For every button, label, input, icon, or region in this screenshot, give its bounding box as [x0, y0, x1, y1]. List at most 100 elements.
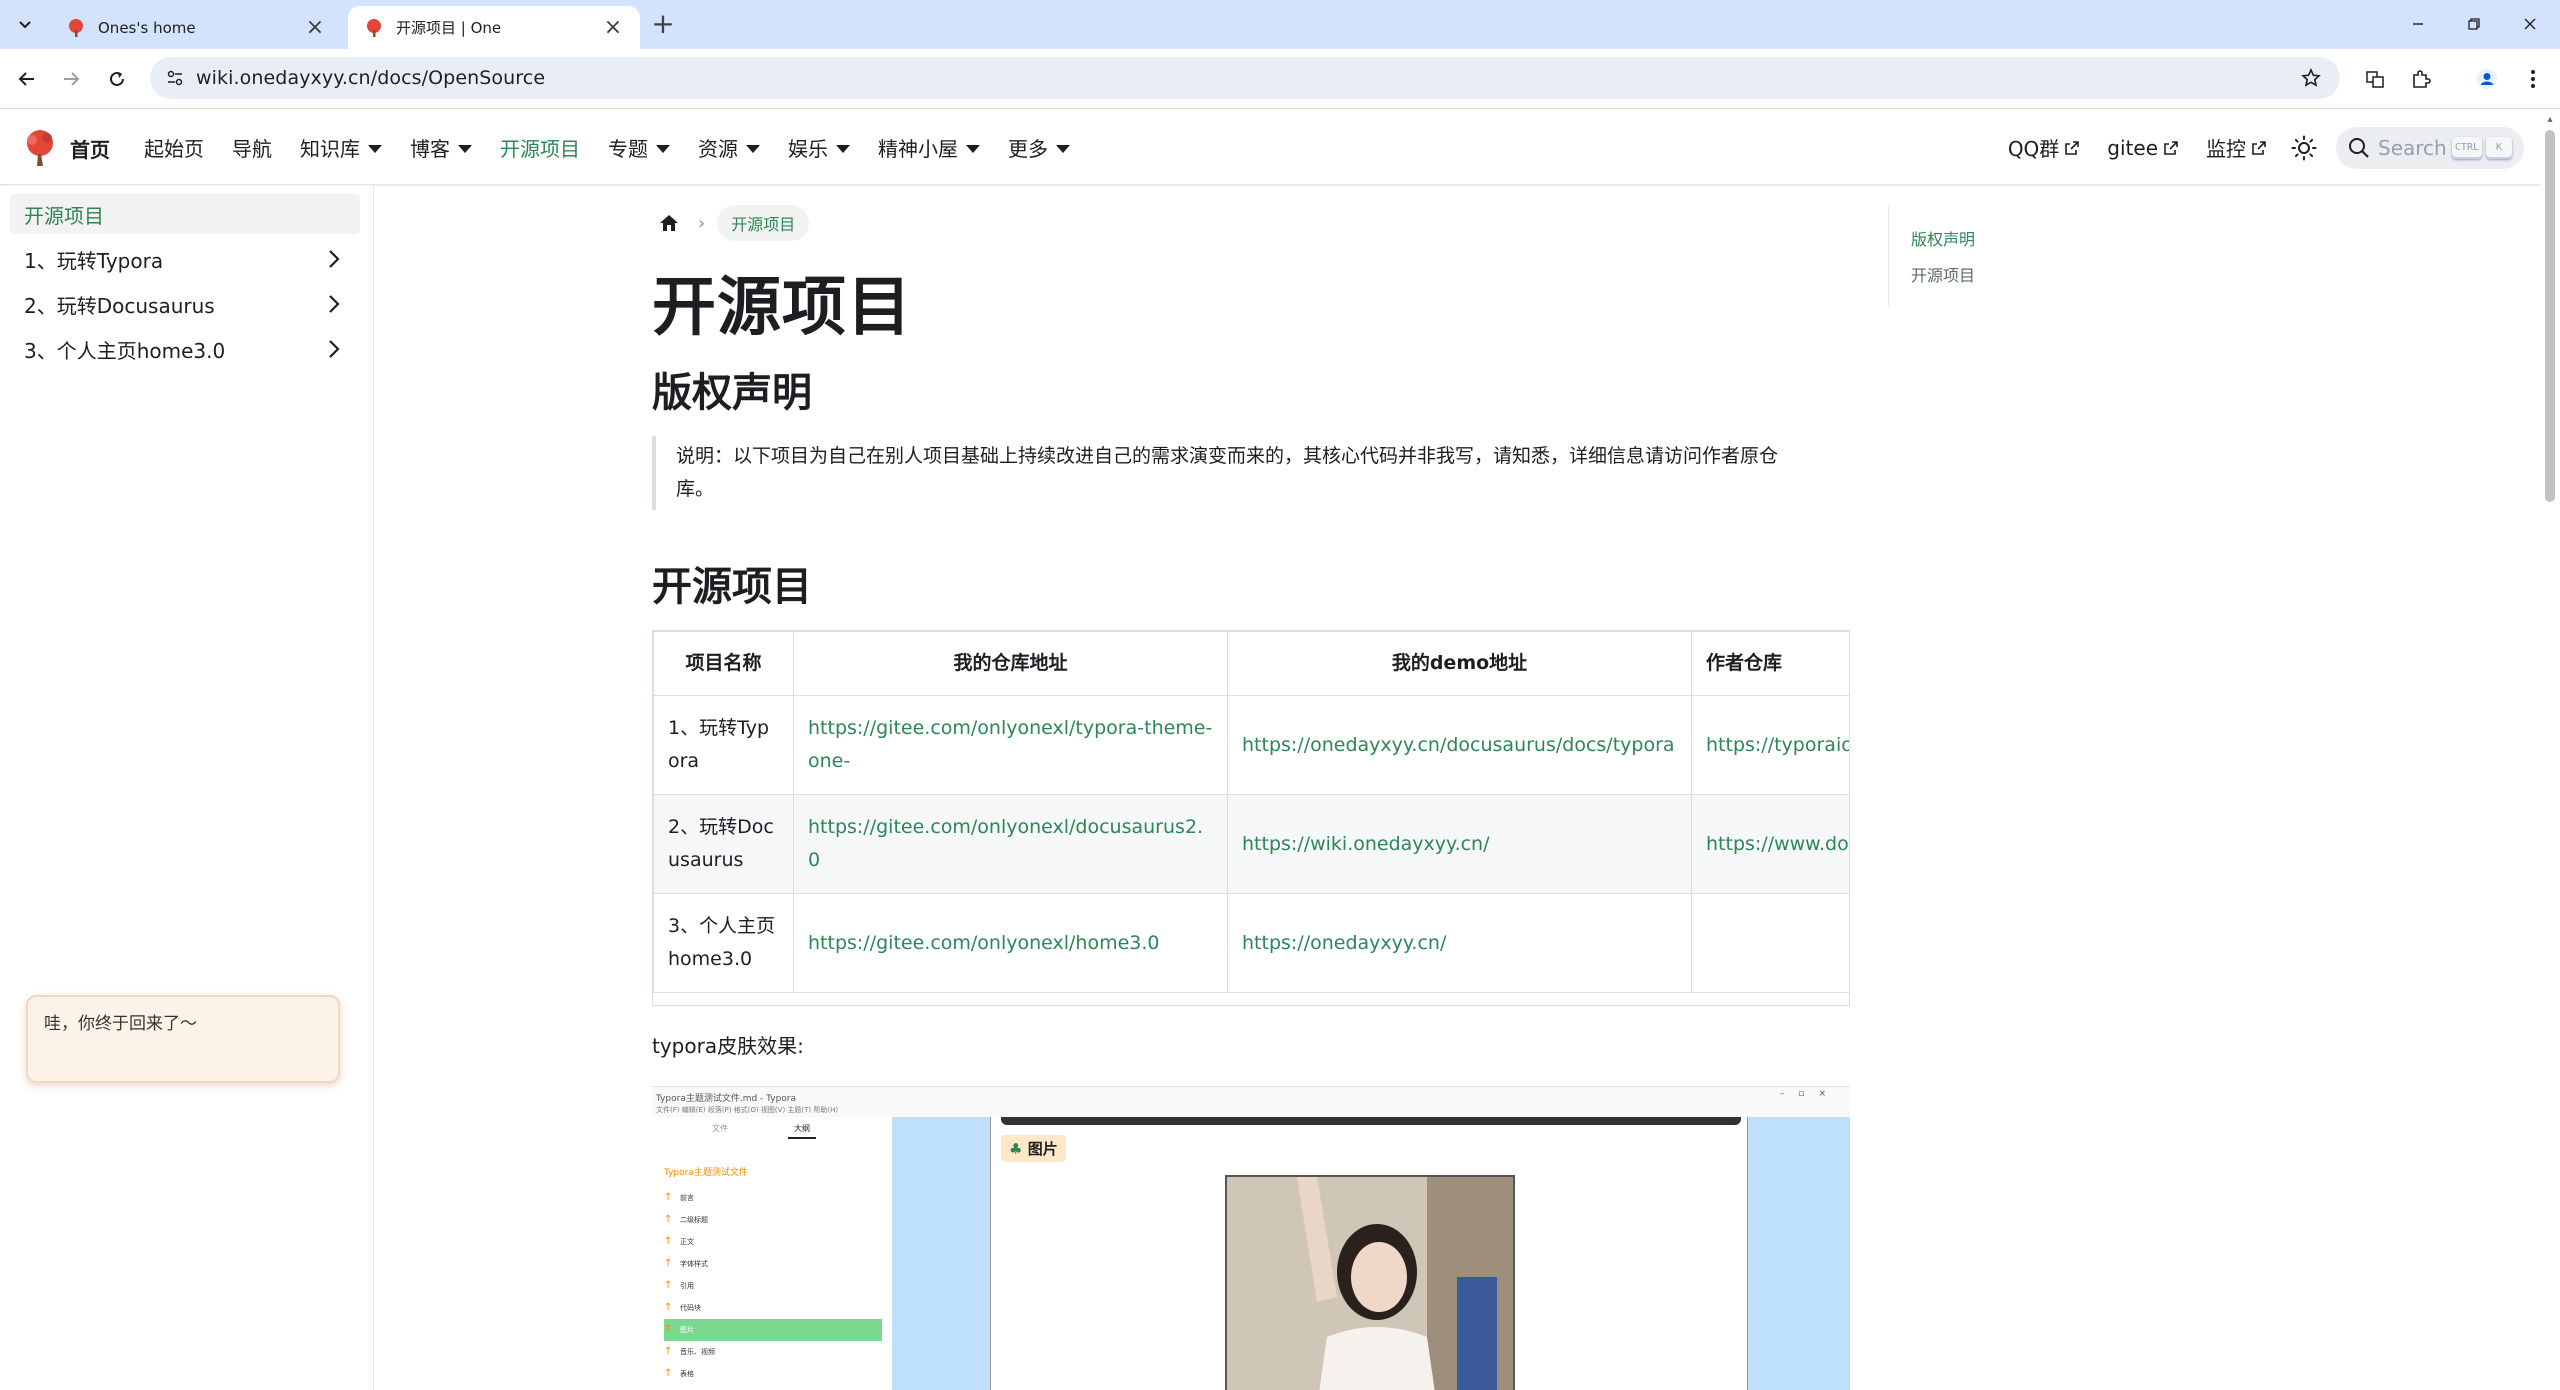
toc-item-opensource[interactable]: 开源项目 [1911, 258, 2138, 294]
profile-avatar-icon[interactable] [2472, 64, 2502, 94]
minimize-button[interactable] [2398, 8, 2438, 40]
caret-down-icon [836, 144, 850, 153]
browser-menu-icon[interactable] [2518, 64, 2548, 94]
nav-item-entertainment[interactable]: 娱乐 [774, 133, 864, 162]
nav-item-blog[interactable]: 博客 [396, 133, 486, 162]
reload-icon [110, 71, 124, 86]
chevron-right-icon[interactable] [322, 292, 346, 316]
nav-label: 更多 [1008, 137, 1048, 161]
nav-item-topics[interactable]: 专题 [594, 133, 684, 162]
table-row: 3、个人主页home3.0 https://gitee.com/onlyonex… [653, 893, 1849, 993]
preview-outline-item: 图片 [664, 1319, 882, 1341]
tab-search-button[interactable] [10, 10, 40, 40]
nav-item-navigation[interactable]: 导航 [218, 133, 286, 162]
tab-title: Ones's home [98, 18, 196, 37]
nav-label: 监控 [2206, 137, 2246, 161]
nav-label: 资源 [698, 137, 738, 161]
leaf-icon: ♣ [1009, 1140, 1023, 1158]
forward-button[interactable] [56, 64, 86, 94]
nav-label: 知识库 [300, 137, 360, 161]
tab-close-icon[interactable]: × [602, 16, 624, 39]
tab-close-icon[interactable]: × [304, 16, 326, 39]
address-bar[interactable]: wiki.onedayxyy.cn/docs/OpenSource [150, 57, 2340, 99]
nav-item-spirit-hut[interactable]: 精神小屋 [864, 133, 994, 162]
sidebar-item-docusaurus[interactable]: 2、玩转Docusaurus [10, 284, 360, 324]
page-vertical-scrollbar[interactable]: ▴ [2540, 110, 2560, 1390]
notice-text: 说明：以下项目为自己在别人项目基础上持续改进自己的需求演变而来的，其核心代码并非… [676, 445, 1779, 500]
section-heading-opensource: 开源项目 [652, 564, 812, 610]
sidebar-item-label: 2、玩转Docusaurus [24, 293, 215, 318]
nav-link-qq-group[interactable]: QQ群 [1994, 133, 2093, 162]
sidebar-item-home3[interactable]: 3、个人主页home3.0 [10, 329, 360, 369]
author-repo-link[interactable]: https://www.do [1691, 794, 1849, 894]
preview-outline-item: 链接 [664, 1385, 882, 1390]
preview-outline-item: 音乐、视频 [664, 1341, 882, 1363]
browser-tab-active[interactable]: 开源项目 | One × [348, 6, 640, 49]
sidebar-item-label: 3、个人主页home3.0 [24, 338, 226, 363]
brand-home-link[interactable]: 首页 [20, 128, 110, 168]
search-placeholder: Search [2378, 135, 2447, 160]
docs-sidebar: 开源项目 1、玩转Typora 2、玩转Docusaurus 3、个人主页hom… [0, 186, 374, 1390]
preview-outline-item: 前言 [664, 1187, 882, 1209]
back-button[interactable] [12, 64, 42, 94]
nav-label: 娱乐 [788, 137, 828, 161]
keyboard-ctrl-key: CTRL [2451, 136, 2482, 159]
extensions-icon[interactable] [2406, 64, 2436, 94]
breadcrumb-home-link[interactable] [652, 206, 686, 240]
preview-background-right [1748, 1117, 1850, 1390]
browser-tabstrip: Ones's home × 开源项目 | One × + [0, 0, 2560, 49]
nav-item-more[interactable]: 更多 [994, 133, 1084, 162]
scrollbar-thumb[interactable] [2545, 130, 2555, 502]
column-header: 我的demo地址 [1227, 631, 1692, 696]
nav-link-monitor[interactable]: 监控 [2192, 133, 2280, 162]
demo-link[interactable]: https://wiki.onedayxyy.cn/ [1227, 794, 1692, 894]
chevron-right-icon[interactable] [322, 337, 346, 361]
site-navbar: 首页 起始页 导航 知识库 博客 开源项目 专题 资源 娱乐 精神小屋 更多 Q… [0, 110, 2540, 185]
nav-item-resources[interactable]: 资源 [684, 133, 774, 162]
nav-label: 导航 [232, 137, 272, 161]
arrow-right-icon [64, 72, 80, 86]
sidebar-item-opensource[interactable]: 开源项目 [10, 194, 360, 234]
browser-tab[interactable]: Ones's home × [50, 6, 342, 49]
external-link-icon [2065, 140, 2080, 155]
repo-link[interactable]: https://gitee.com/onlyonexl/docusaurus2.… [793, 794, 1228, 894]
demo-link[interactable]: https://onedayxyy.cn/ [1227, 893, 1692, 993]
chevron-right-icon[interactable] [322, 247, 346, 271]
close-window-button[interactable] [2510, 8, 2550, 40]
repo-link[interactable]: https://gitee.com/onlyonexl/home3.0 [793, 893, 1228, 993]
tab-title: 开源项目 | One [396, 19, 502, 37]
nav-link-gitee[interactable]: gitee [2093, 136, 2192, 160]
table-of-contents: 版权声明 开源项目 [1888, 206, 2138, 306]
demo-link[interactable]: https://onedayxyy.cn/docusaurus/docs/typ… [1227, 695, 1692, 795]
preview-outline-item: 字体样式 [664, 1253, 882, 1275]
restore-icon [2468, 18, 2480, 30]
scroll-up-arrow-icon[interactable]: ▴ [2544, 114, 2556, 126]
project-name-cell: 2、玩转Docusaurus [653, 794, 794, 894]
preview-sidebar: 文件 大纲 Typora主题测试文件 前言 二级标题 正文 字体样式 引用 代码… [652, 1117, 892, 1390]
caret-down-icon [966, 144, 980, 153]
site-info-icon[interactable] [160, 63, 190, 93]
search-button[interactable]: Search CTRL K [2336, 126, 2524, 169]
author-repo-link[interactable] [1691, 893, 1849, 993]
toc-item-copyright[interactable]: 版权声明 [1911, 222, 2138, 258]
preview-menu: 文件(F) 编辑(E) 段落(P) 格式(O) 视图(V) 主题(T) 帮助(H… [656, 1106, 839, 1114]
caret-down-icon [458, 144, 472, 153]
translate-icon[interactable] [2360, 64, 2390, 94]
bookmark-star-icon[interactable] [2296, 63, 2326, 93]
reload-button[interactable] [102, 64, 132, 94]
nav-item-opensource[interactable]: 开源项目 [486, 133, 594, 162]
theme-toggle-button[interactable] [2284, 128, 2324, 168]
chevron-down-icon [19, 21, 31, 29]
sidebar-item-typora[interactable]: 1、玩转Typora [10, 239, 360, 279]
author-repo-link[interactable]: https://typoraio [1691, 695, 1849, 795]
projects-table-container[interactable]: 项目名称 我的仓库地址 我的demo地址 作者仓库 1、玩转Typora htt… [652, 630, 1850, 1006]
nav-label: gitee [2107, 135, 2158, 160]
nav-item-start[interactable]: 起始页 [130, 133, 218, 162]
new-tab-button[interactable]: + [648, 10, 678, 40]
repo-link[interactable]: https://gitee.com/onlyonexl/typora-theme… [793, 695, 1228, 795]
breadcrumb-current: 开源项目 [717, 205, 810, 241]
nav-item-knowledge[interactable]: 知识库 [286, 133, 396, 162]
restore-button[interactable] [2454, 8, 2494, 40]
column-header: 我的仓库地址 [793, 631, 1228, 696]
preview-outline-item: 代码块 [664, 1297, 882, 1319]
